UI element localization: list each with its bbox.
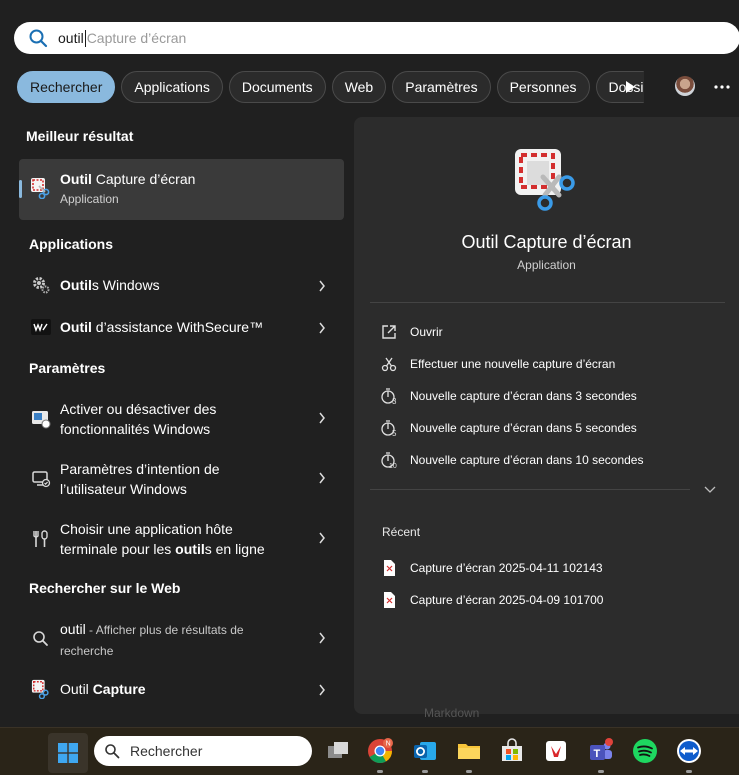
search-icon <box>105 744 120 759</box>
running-indicator <box>686 770 692 773</box>
svg-text:3: 3 <box>392 397 397 405</box>
result-outil-capture[interactable]: Outil Capture <box>19 678 344 700</box>
chevron-right-icon <box>319 632 325 644</box>
result-outils-windows[interactable]: Outils Windows <box>19 274 344 296</box>
image-file-icon <box>384 592 395 608</box>
chevron-right-icon <box>319 412 325 424</box>
capture-icon <box>381 357 397 372</box>
image-file-icon <box>384 560 395 576</box>
search-icon <box>29 29 48 48</box>
search-query: outil <box>58 30 84 46</box>
chip-applications[interactable]: Applications <box>121 71 223 103</box>
withsecure-icon <box>31 319 51 335</box>
timer-5-icon: 5 <box>381 420 397 437</box>
parametres-heading: Paramètres <box>29 360 106 376</box>
terminal-host-app-icon <box>33 530 48 547</box>
result-terminal-host[interactable]: Choisir une application hôte terminale po… <box>19 518 344 560</box>
chip-web[interactable]: Web <box>331 71 387 103</box>
action-ouvrir[interactable]: Ouvrir <box>380 322 443 342</box>
svg-text:5: 5 <box>392 429 397 437</box>
recent-file-2[interactable]: Capture d’écran 2025-04-09 101700 <box>380 590 603 610</box>
action-capture-3s[interactable]: 3 Nouvelle capture d’écran dans 3 second… <box>380 386 637 406</box>
result-terminal-host-label: Choisir une application hôte terminale po… <box>60 521 265 557</box>
timer-3-icon: 3 <box>381 388 397 405</box>
result-outils-windows-label: Outils Windows <box>60 277 160 293</box>
teams-icon[interactable]: T <box>588 738 614 764</box>
start-button[interactable] <box>48 733 88 773</box>
spotify-icon[interactable] <box>632 738 658 764</box>
snipping-tool-large-icon <box>515 149 575 211</box>
chevron-right-icon <box>319 280 325 292</box>
chrome-icon[interactable]: N <box>367 738 393 764</box>
action-capture-5s[interactable]: 5 Nouvelle capture d’écran dans 5 second… <box>380 418 637 438</box>
preview-panel: Outil Capture d’écran Application Ouvrir… <box>354 117 739 714</box>
chevron-right-icon <box>319 322 325 334</box>
teamviewer-icon[interactable] <box>676 738 702 764</box>
result-user-intent-label: Paramètres d’intention de l’utilisateur W… <box>60 461 220 497</box>
svg-text:N: N <box>386 741 391 748</box>
running-indicator <box>377 770 383 773</box>
result-withsecure-label: Outil d’assistance WithSecure™ <box>60 319 264 335</box>
search-box[interactable]: outil Capture d’écran <box>14 22 739 54</box>
best-match-title: Outil Capture d’écran <box>60 171 196 187</box>
recent-heading: Récent <box>382 525 421 539</box>
divider <box>370 302 725 303</box>
user-avatar[interactable] <box>675 76 695 96</box>
result-web-search[interactable]: outil - Afficher plus de résultats de rec… <box>19 618 344 660</box>
result-windows-features-label: Activer ou désactiver des fonctionnalités… <box>60 401 217 437</box>
taskbar: Rechercher N T <box>0 727 739 775</box>
result-windows-features[interactable]: Activer ou désactiver des fonctionnalités… <box>19 398 344 440</box>
file-explorer-icon[interactable] <box>456 738 482 764</box>
chip-parametres[interactable]: Paramètres <box>392 71 491 103</box>
svg-text:T: T <box>594 748 601 760</box>
windows-features-icon <box>32 411 51 429</box>
snipping-tool-icon <box>31 178 50 199</box>
applications-heading: Applications <box>29 236 114 252</box>
running-indicator <box>422 770 428 773</box>
svg-text:10: 10 <box>389 463 397 469</box>
search-icon <box>33 631 48 646</box>
preview-app-type: Application <box>517 258 576 272</box>
chevron-down-icon[interactable] <box>704 486 716 494</box>
windows-logo-icon <box>58 743 78 763</box>
text-caret <box>84 29 86 47</box>
user-intent-settings-icon <box>32 471 51 488</box>
result-web-search-label: outil - Afficher plus de résultats de rec… <box>60 621 244 658</box>
more-options-icon[interactable] <box>714 85 730 89</box>
best-match-item[interactable]: Outil Capture d’écran Application <box>19 159 344 220</box>
timer-10-icon: 10 <box>381 452 397 469</box>
action-new-capture[interactable]: Effectuer une nouvelle capture d’écran <box>380 354 615 374</box>
filter-chips: Rechercher Applications Documents Web Pa… <box>17 71 650 103</box>
best-match-subtitle: Application <box>60 192 119 206</box>
web-search-heading: Rechercher sur le Web <box>29 580 181 596</box>
outlook-icon[interactable] <box>412 738 438 764</box>
search-autocomplete-hint: Capture d’écran <box>86 30 187 46</box>
result-user-intent[interactable]: Paramètres d’intention de l’utilisateur W… <box>19 458 344 500</box>
pdf-reader-icon[interactable] <box>543 738 569 764</box>
more-filters-play-icon[interactable] <box>622 79 638 95</box>
microsoft-store-icon[interactable] <box>499 738 525 764</box>
action-capture-10s[interactable]: 10 Nouvelle capture d’écran dans 10 seco… <box>380 450 643 470</box>
chip-rechercher[interactable]: Rechercher <box>17 71 116 103</box>
preview-app-title: Outil Capture d’écran <box>461 232 632 252</box>
running-indicator <box>466 770 472 773</box>
recent-file-1[interactable]: Capture d’écran 2025-04-11 102143 <box>380 558 603 578</box>
chip-personnes[interactable]: Personnes <box>496 71 590 103</box>
best-match-heading: Meilleur résultat <box>26 128 134 144</box>
result-withsecure[interactable]: Outil d’assistance WithSecure™ <box>19 316 344 338</box>
chevron-right-icon <box>319 532 325 544</box>
open-icon <box>382 325 396 339</box>
snipping-tool-icon <box>31 679 49 699</box>
selection-indicator <box>19 180 22 198</box>
background-window-text: Markdown <box>424 706 480 720</box>
chevron-right-icon <box>319 472 325 484</box>
result-outil-capture-label: Outil Capture <box>60 681 146 697</box>
divider <box>370 489 690 490</box>
windows-tools-gear-icon <box>33 277 50 294</box>
chevron-right-icon <box>319 684 325 696</box>
chip-documents[interactable]: Documents <box>228 71 326 103</box>
task-view-icon[interactable] <box>325 738 351 764</box>
taskbar-search[interactable]: Rechercher <box>94 736 312 766</box>
running-indicator <box>598 770 604 773</box>
